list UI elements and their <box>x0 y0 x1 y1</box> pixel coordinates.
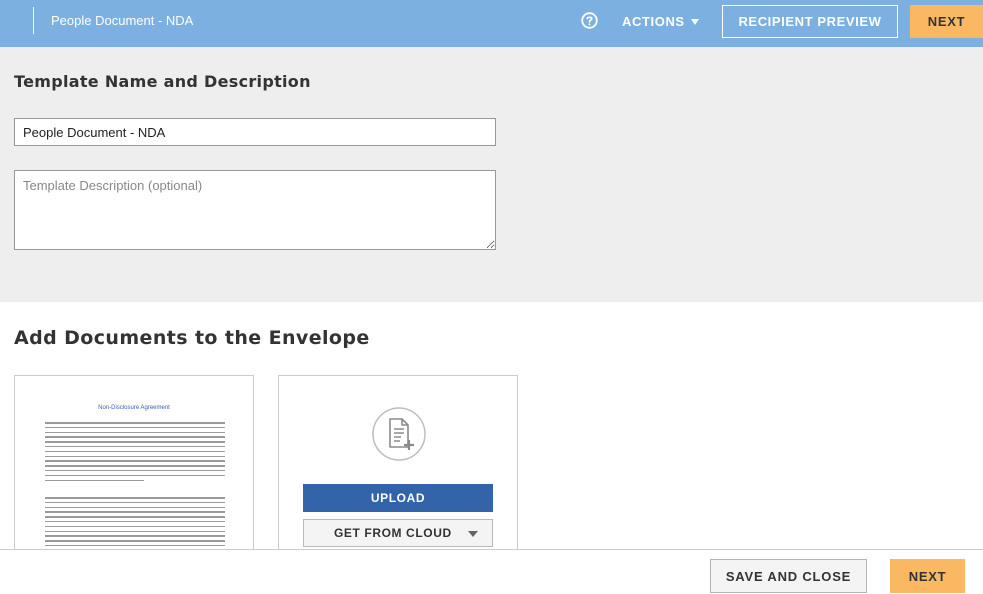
upload-document-card: UPLOAD GET FROM CLOUD <box>278 375 518 565</box>
document-thumbnail-card[interactable]: Non-Disclosure Agreement <box>14 375 254 565</box>
get-from-cloud-dropdown[interactable]: GET FROM CLOUD <box>303 519 493 547</box>
question-circle-icon[interactable] <box>581 12 598 29</box>
add-document-icon <box>372 407 426 461</box>
document-title: People Document - NDA <box>51 13 194 28</box>
header-divider <box>33 7 34 34</box>
upload-button[interactable]: UPLOAD <box>303 484 493 512</box>
actions-menu[interactable]: ACTIONS <box>622 14 699 29</box>
template-description-textarea[interactable] <box>14 170 496 250</box>
document-preview-title: Non-Disclosure Agreement <box>98 405 170 411</box>
document-page-preview: Non-Disclosure Agreement <box>28 388 240 564</box>
next-button-bottom[interactable]: NEXT <box>890 559 965 593</box>
template-name-input[interactable] <box>14 118 496 146</box>
caret-down-icon <box>690 19 699 25</box>
save-and-close-button[interactable]: SAVE AND CLOSE <box>710 559 867 593</box>
document-preview-paragraph-2 <box>45 497 225 550</box>
documents-section-heading: Add Documents to the Envelope <box>14 327 370 349</box>
footer-bar: SAVE AND CLOSE NEXT <box>0 549 983 594</box>
recipient-preview-button[interactable]: RECIPIENT PREVIEW <box>722 5 898 38</box>
document-preview-paragraph-1 <box>45 422 225 484</box>
get-from-cloud-label: GET FROM CLOUD <box>334 526 452 540</box>
template-details-section: Template Name and Description <box>0 47 983 302</box>
top-header-bar: People Document - NDA ACTIONS RECIPIENT … <box>0 0 983 47</box>
actions-label: ACTIONS <box>622 14 685 29</box>
next-button-top[interactable]: NEXT <box>910 5 983 38</box>
template-section-heading: Template Name and Description <box>14 72 311 91</box>
caret-down-icon <box>468 531 478 537</box>
